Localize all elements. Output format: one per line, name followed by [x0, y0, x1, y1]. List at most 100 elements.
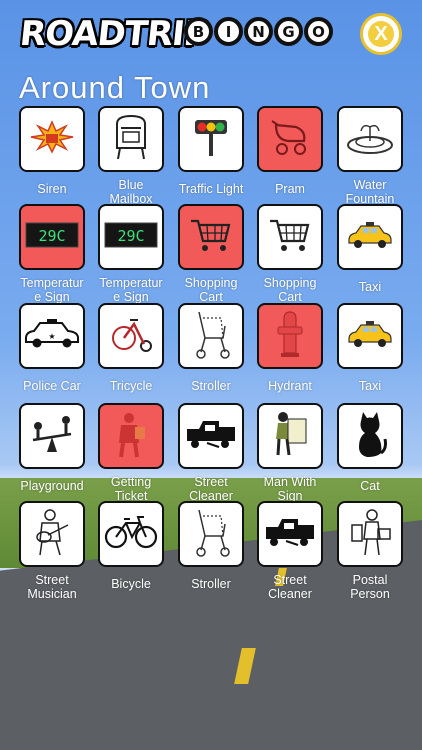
- bingo-square-label: Street Cleaner: [268, 573, 312, 601]
- bingo-ball: O: [304, 17, 333, 46]
- bingo-ball: I: [214, 17, 243, 46]
- police-car-icon: ★: [23, 318, 81, 355]
- close-button[interactable]: X: [360, 13, 402, 55]
- traffic-light-icon: [191, 114, 231, 165]
- bingo-tile[interactable]: [19, 403, 85, 469]
- mailbox-icon: [111, 112, 151, 167]
- bingo-tile[interactable]: [257, 501, 323, 567]
- bingo-square-label: Street Musician: [27, 573, 77, 601]
- bingo-tile[interactable]: [98, 303, 164, 369]
- bingo-square[interactable]: Getting Ticket: [98, 403, 164, 503]
- bingo-tile[interactable]: [337, 106, 403, 172]
- roadtrip-logo: ROADTRIP: [17, 14, 210, 54]
- postal-person-icon: [348, 507, 392, 562]
- bingo-square[interactable]: Stroller: [178, 303, 244, 395]
- bingo-square[interactable]: Street Cleaner: [178, 403, 244, 503]
- bingo-tile[interactable]: 29C: [98, 204, 164, 270]
- bingo-tile[interactable]: [257, 403, 323, 469]
- bingo-logo: B I N G O: [184, 17, 333, 46]
- stroller-icon: [191, 506, 231, 563]
- bingo-square[interactable]: Stroller: [178, 501, 244, 593]
- bingo-tile[interactable]: [178, 204, 244, 270]
- shopping-cart-icon: [189, 215, 233, 260]
- page-title: Around Town: [19, 70, 211, 105]
- bingo-square-label: Traffic Light: [178, 182, 244, 196]
- bingo-tile[interactable]: 29C: [19, 204, 85, 270]
- bingo-square-label: Hydrant: [268, 379, 312, 393]
- svg-text:29C: 29C: [117, 227, 144, 245]
- bingo-tile[interactable]: [337, 403, 403, 469]
- bingo-square-label: Blue Mailbox: [109, 178, 153, 206]
- bingo-tile[interactable]: [178, 501, 244, 567]
- tricycle-icon: [108, 314, 154, 359]
- bingo-tile[interactable]: [98, 403, 164, 469]
- ticket-officer-icon: [111, 409, 151, 464]
- bingo-square[interactable]: Street Musician: [19, 501, 85, 601]
- svg-text:★: ★: [48, 332, 55, 341]
- bingo-square-label: Temperatur e Sign: [20, 276, 84, 304]
- bingo-square[interactable]: Siren: [19, 106, 85, 198]
- bingo-square[interactable]: Shopping Cart: [257, 204, 323, 304]
- bingo-tile[interactable]: [178, 303, 244, 369]
- bingo-square[interactable]: ★ Police Car: [19, 303, 85, 395]
- bicycle-icon: [104, 515, 158, 554]
- seesaw-icon: [29, 412, 75, 461]
- bingo-square[interactable]: 29C Temperatur e Sign: [19, 204, 85, 304]
- bingo-square[interactable]: Tricycle: [98, 303, 164, 395]
- bingo-square[interactable]: Hydrant: [257, 303, 323, 395]
- bingo-square[interactable]: Shopping Cart: [178, 204, 244, 304]
- bingo-tile[interactable]: [257, 204, 323, 270]
- bingo-tile[interactable]: [257, 303, 323, 369]
- bingo-tile[interactable]: [178, 403, 244, 469]
- bingo-square-label: Shopping Cart: [184, 276, 238, 304]
- temperature-sign-icon: 29C: [25, 222, 79, 253]
- bingo-ball: B: [184, 17, 213, 46]
- bingo-tile[interactable]: [337, 303, 403, 369]
- guitarist-icon: [30, 507, 74, 562]
- bingo-tile[interactable]: [257, 106, 323, 172]
- bingo-square-label: Stroller: [191, 577, 231, 591]
- bingo-tile[interactable]: [98, 501, 164, 567]
- bingo-square[interactable]: Cat: [337, 403, 403, 495]
- bingo-square[interactable]: Street Cleaner: [257, 501, 323, 601]
- pram-icon: [268, 117, 312, 162]
- bingo-tile[interactable]: [19, 501, 85, 567]
- bingo-square-label: Stroller: [191, 379, 231, 393]
- bingo-square-label: Bicycle: [111, 577, 151, 591]
- bingo-square-label: Pram: [275, 182, 305, 196]
- taxi-icon: [346, 319, 394, 354]
- bingo-square[interactable]: Pram: [257, 106, 323, 198]
- bingo-tile[interactable]: [178, 106, 244, 172]
- bingo-square-label: Taxi: [358, 280, 382, 294]
- bingo-square[interactable]: Playground: [19, 403, 85, 495]
- bingo-square-label: Cat: [360, 479, 380, 493]
- bingo-square[interactable]: Bicycle: [98, 501, 164, 593]
- bingo-tile[interactable]: [98, 106, 164, 172]
- bingo-tile[interactable]: [19, 106, 85, 172]
- bingo-square[interactable]: Man With Sign: [257, 403, 323, 503]
- shopping-cart-icon: [268, 215, 312, 260]
- bingo-square-label: Temperatur e Sign: [99, 276, 163, 304]
- bingo-tile[interactable]: [337, 501, 403, 567]
- bingo-square[interactable]: Water Fountain: [337, 106, 403, 206]
- bingo-tile[interactable]: ★: [19, 303, 85, 369]
- svg-text:29C: 29C: [38, 227, 65, 245]
- bingo-square[interactable]: Blue Mailbox: [98, 106, 164, 206]
- hydrant-icon: [275, 309, 305, 364]
- bingo-square-label: Siren: [37, 182, 67, 196]
- bingo-square-label: Water Fountain: [345, 178, 395, 206]
- street-cleaner-icon: [185, 417, 237, 456]
- taxi-icon: [346, 220, 394, 255]
- bingo-square[interactable]: Taxi: [337, 303, 403, 395]
- bingo-square[interactable]: 29C Temperatur e Sign: [98, 204, 164, 304]
- bingo-square[interactable]: Traffic Light: [178, 106, 244, 198]
- bingo-square[interactable]: Postal Person: [337, 501, 403, 601]
- bingo-square[interactable]: Taxi: [337, 204, 403, 296]
- bingo-tile[interactable]: [337, 204, 403, 270]
- bingo-square-label: Taxi: [358, 379, 382, 393]
- bingo-square-label: Police Car: [23, 379, 81, 393]
- siren-icon: [29, 119, 75, 159]
- bingo-square-label: Postal Person: [350, 573, 390, 601]
- cat-icon: [353, 409, 387, 464]
- bingo-ball: G: [274, 17, 303, 46]
